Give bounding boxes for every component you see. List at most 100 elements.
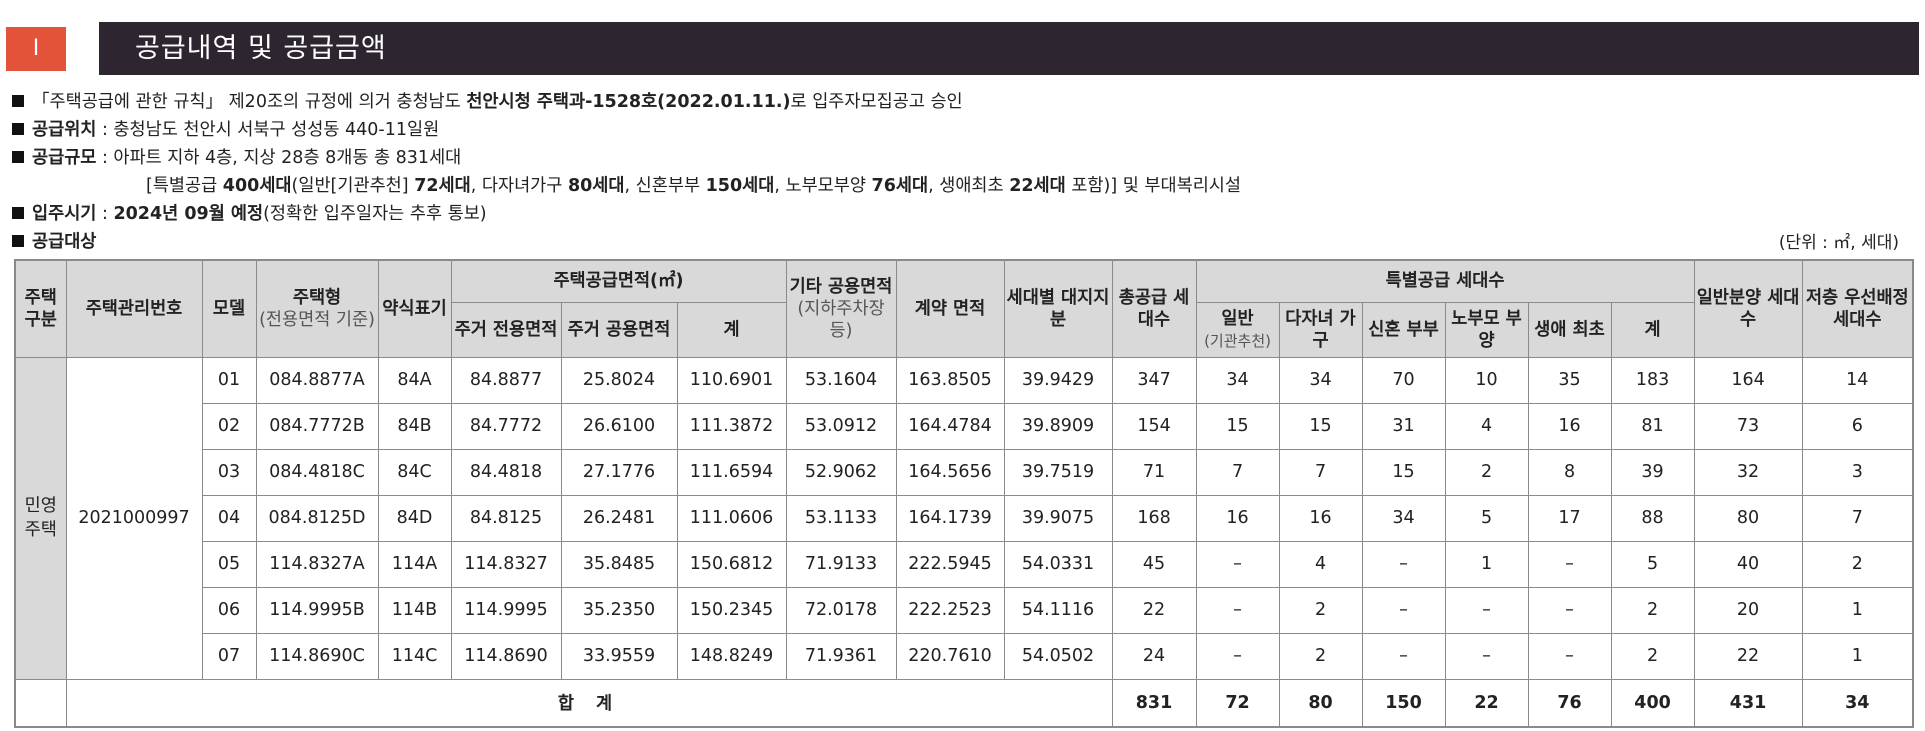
table-cell: 22 bbox=[1693, 632, 1803, 680]
table-cell: 1 bbox=[1801, 586, 1914, 634]
th-residential-exclusive: 주거 전용면적 bbox=[450, 301, 562, 358]
table-cell: 7 bbox=[1278, 448, 1363, 496]
table-cell: 1 bbox=[1444, 540, 1529, 588]
table-cell: – bbox=[1195, 586, 1280, 634]
table-cell: 84D bbox=[377, 494, 452, 542]
bullet-square-icon bbox=[12, 151, 24, 163]
table-cell: 084.8125D bbox=[255, 494, 379, 542]
table-cell: 16 bbox=[1527, 402, 1612, 450]
table-cell: 164.1739 bbox=[895, 494, 1005, 542]
th-land-share: 세대별 대지지분 bbox=[1003, 259, 1113, 358]
supply-info: 「주택공급에 관한 규칙」 제20조의 규정에 의거 충청남도 천안시청 주택과… bbox=[12, 88, 1241, 256]
table-cell: 35 bbox=[1527, 356, 1612, 404]
table-cell: – bbox=[1361, 540, 1446, 588]
table-cell: 4 bbox=[1444, 402, 1529, 450]
table-cell: 3 bbox=[1801, 448, 1914, 496]
table-row: 05 114.8327A 114A 114.8327 35.8485 150.6812 71… bbox=[15, 540, 1914, 588]
table-cell: 5 bbox=[1610, 540, 1695, 588]
total-cell: 150 bbox=[1361, 678, 1446, 728]
table-cell: – bbox=[1361, 632, 1446, 680]
table-cell: 39.9429 bbox=[1003, 356, 1113, 404]
table-cell: 183 bbox=[1610, 356, 1695, 404]
table-cell: 31 bbox=[1361, 402, 1446, 450]
th-abbr: 약식표기 bbox=[377, 259, 452, 358]
table-cell: 52.9062 bbox=[785, 448, 897, 496]
section-title-bar: 공급내역 및 공급금액 bbox=[99, 22, 1919, 75]
table-cell: 53.1604 bbox=[785, 356, 897, 404]
table-cell: 54.0502 bbox=[1003, 632, 1113, 680]
bullet-square-icon bbox=[12, 123, 24, 135]
table-cell: 347 bbox=[1111, 356, 1197, 404]
table-cell: 084.8877A bbox=[255, 356, 379, 404]
table-cell: 222.2523 bbox=[895, 586, 1005, 634]
info-move-in: 입주시기 : 2024년 09월 예정(정확한 입주일자는 추후 통보) bbox=[12, 200, 1241, 228]
table-cell: 35.2350 bbox=[560, 586, 678, 634]
total-label: 합 계 bbox=[65, 678, 1113, 728]
table-cell: 05 bbox=[201, 540, 257, 588]
table-cell: 84.8877 bbox=[450, 356, 562, 404]
table-cell: 07 bbox=[201, 632, 257, 680]
table-cell: 1 bbox=[1801, 632, 1914, 680]
th-newlywed: 신혼 부부 bbox=[1361, 301, 1446, 358]
table-cell: 22 bbox=[1111, 586, 1197, 634]
table-row: 07 114.8690C 114C 114.8690 33.9559 148.8249 71… bbox=[15, 632, 1914, 680]
th-model: 모델 bbox=[201, 259, 257, 358]
table-cell: 39.7519 bbox=[1003, 448, 1113, 496]
table-cell: 6 bbox=[1801, 402, 1914, 450]
table-cell: 71.9133 bbox=[785, 540, 897, 588]
table-cell: 04 bbox=[201, 494, 257, 542]
table-cell: 15 bbox=[1195, 402, 1280, 450]
table-cell: 26.2481 bbox=[560, 494, 678, 542]
table-cell: 53.0912 bbox=[785, 402, 897, 450]
info-special-supply: [특별공급 400세대(일반[기관추천] 72세대, 다자녀가구 80세대, 신… bbox=[146, 176, 1242, 196]
th-general-sale: 일반분양 세대수 bbox=[1693, 259, 1803, 358]
mgmt-no-cell: 2021000997 bbox=[65, 356, 203, 680]
bullet-square-icon bbox=[12, 95, 24, 107]
table-cell: 114C bbox=[377, 632, 452, 680]
th-low-floor: 저층 우선배정 세대수 bbox=[1801, 259, 1914, 358]
table-cell: 4 bbox=[1278, 540, 1363, 588]
table-cell: 2 bbox=[1278, 586, 1363, 634]
table-row: 04 084.8125D 84D 84.8125 26.2481 111.0606 53.1… bbox=[15, 494, 1914, 542]
housing-type-cell: 민영 주택 bbox=[14, 356, 67, 680]
table-cell: 17 bbox=[1527, 494, 1612, 542]
table-cell: 222.5945 bbox=[895, 540, 1005, 588]
table-cell: 154 bbox=[1111, 402, 1197, 450]
table-cell: 2 bbox=[1444, 448, 1529, 496]
table-cell: 84.4818 bbox=[450, 448, 562, 496]
th-elderly: 노부모 부양 bbox=[1444, 301, 1529, 358]
th-supply-area: 주택공급면적(㎡) bbox=[450, 259, 787, 303]
table-cell: 03 bbox=[201, 448, 257, 496]
th-general-inst: 일반 (기관추천) bbox=[1195, 301, 1280, 358]
table-cell: – bbox=[1444, 632, 1529, 680]
th-contract-area: 계약 면적 bbox=[895, 259, 1005, 358]
table-row: 02 084.7772B 84B 84.7772 26.6100 111.3872 53.0… bbox=[15, 402, 1914, 450]
total-cell: 80 bbox=[1278, 678, 1363, 728]
table-cell: 14 bbox=[1801, 356, 1914, 404]
table-cell: 45 bbox=[1111, 540, 1197, 588]
table-cell: 148.8249 bbox=[676, 632, 787, 680]
total-cell: 34 bbox=[1801, 678, 1914, 728]
total-cell: 400 bbox=[1610, 678, 1695, 728]
th-other-common: 기타 공용면적 (지하주차장 등) bbox=[785, 259, 897, 358]
table-cell: – bbox=[1444, 586, 1529, 634]
table-cell: 2 bbox=[1610, 632, 1695, 680]
table-cell: 111.6594 bbox=[676, 448, 787, 496]
table-cell: 40 bbox=[1693, 540, 1803, 588]
table-cell: – bbox=[1361, 586, 1446, 634]
table-cell: 16 bbox=[1278, 494, 1363, 542]
table-cell: – bbox=[1195, 540, 1280, 588]
table-cell: 39.9075 bbox=[1003, 494, 1113, 542]
section-number: I bbox=[6, 27, 66, 71]
table-cell: 111.3872 bbox=[676, 402, 787, 450]
table-cell: 8 bbox=[1527, 448, 1612, 496]
table-cell: 32 bbox=[1693, 448, 1803, 496]
table-cell: 7 bbox=[1801, 494, 1914, 542]
table-cell: 114.8327 bbox=[450, 540, 562, 588]
table-cell: 84.7772 bbox=[450, 402, 562, 450]
table-cell: 150.6812 bbox=[676, 540, 787, 588]
table-cell: 72.0178 bbox=[785, 586, 897, 634]
table-cell: 10 bbox=[1444, 356, 1529, 404]
table-cell: 25.8024 bbox=[560, 356, 678, 404]
table-cell: 168 bbox=[1111, 494, 1197, 542]
